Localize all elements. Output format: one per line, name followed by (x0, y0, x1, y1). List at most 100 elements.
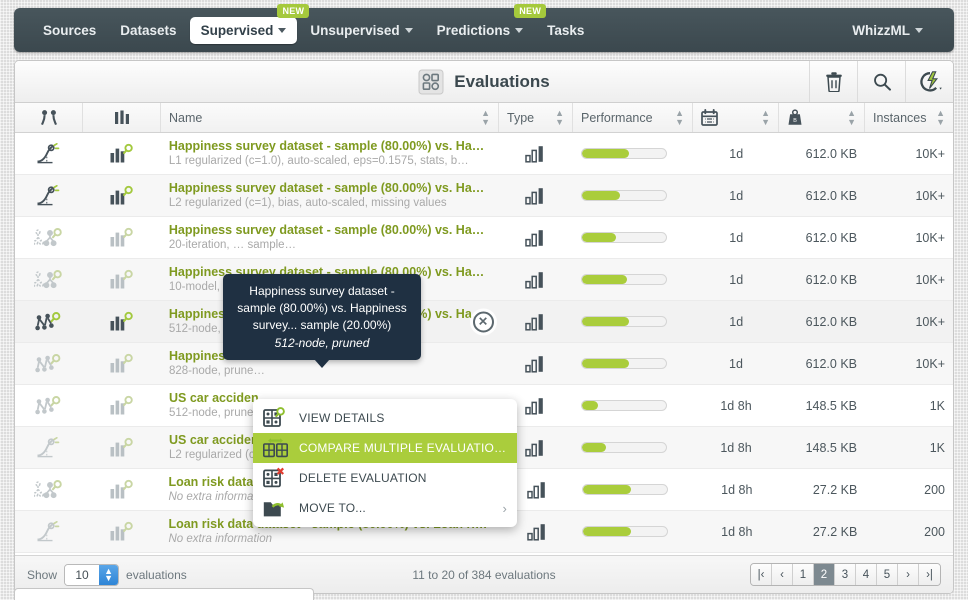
context-menu-item-view-details[interactable]: VIEW DETAILS (253, 403, 517, 433)
table-row[interactable]: Happiness survey dataset - sample (80.00… (15, 217, 953, 259)
nav-item-sources[interactable]: Sources (32, 17, 107, 44)
row-histogram-icon[interactable] (83, 469, 161, 510)
context-menu-item-label: MOVE TO... (299, 501, 366, 515)
row-date-cell: 1d (693, 301, 779, 342)
evaluation-name-link[interactable]: Happiness survey dataset - sample (80.00… (169, 139, 492, 155)
th-type: Type ▲ ▼ (499, 103, 573, 132)
row-size-cell: 148.5 KB (779, 385, 865, 426)
tooltip-line-1: Happiness survey dataset - (249, 284, 395, 298)
table-row[interactable]: Happiness surv… 828-node, prune… 1d 612.0 K… (15, 343, 953, 385)
decision-tree-icon[interactable] (15, 301, 83, 342)
nav-item-predictions[interactable]: Predictions NEW (426, 3, 547, 44)
row-performance-cell (573, 301, 693, 342)
row-age: 1d 8h (720, 440, 752, 455)
page-size-stepper[interactable]: 10 ▲ ▼ (64, 563, 120, 586)
ensemble-icon[interactable] (15, 217, 83, 258)
sort-type-button[interactable]: ▲ ▼ (555, 108, 564, 127)
logistic-regression-icon[interactable] (15, 511, 83, 552)
sort-instances-button[interactable]: ▲ ▼ (936, 108, 945, 127)
row-size-cell: 27.2 KB (780, 511, 866, 552)
row-instances: 10K+ (915, 356, 945, 371)
row-date-cell: 1d (693, 175, 779, 216)
sort-size-button[interactable]: ▲ ▼ (847, 108, 856, 127)
row-name-cell[interactable]: Happiness survey dataset - sample (80.00… (161, 133, 500, 174)
page-1-button[interactable]: 1 (793, 564, 814, 585)
page-4-button[interactable]: 4 (856, 564, 877, 585)
row-size: 148.5 KB (805, 398, 857, 413)
row-date-cell: 1d 8h (693, 385, 779, 426)
row-size-cell: 27.2 KB (780, 469, 866, 510)
row-histogram-icon[interactable] (83, 343, 161, 384)
evaluation-subtitle: L1 regularized (c=1.0), auto-scaled, eps… (168, 155, 469, 168)
background-window-strip (14, 588, 314, 600)
logistic-regression-icon[interactable] (15, 427, 83, 468)
page-2-button[interactable]: 2 (814, 564, 835, 585)
context-menu-item-compare-multiple-evaluatio[interactable]: COMPARE MULTIPLE EVALUATIO… (253, 433, 517, 463)
row-name-cell[interactable]: Happiness survey dataset - sample (80.00… (161, 217, 500, 258)
evaluation-subtitle: L2 regularized (c… (169, 449, 267, 462)
row-instances: 1K (929, 440, 945, 455)
nav-item-datasets[interactable]: Datasets (109, 17, 187, 44)
context-menu-item-delete-evaluation[interactable]: DELETE EVALUATION (253, 463, 517, 493)
row-histogram-icon[interactable] (83, 217, 161, 258)
evaluation-subtitle: 512-node, prune… (169, 407, 265, 420)
context-menu-item-move-to[interactable]: MOVE TO... › (253, 493, 517, 523)
tooltip-subtitle: 512-node, pruned (274, 336, 370, 351)
compare-evaluations-icon (263, 437, 289, 459)
row-histogram-icon[interactable] (83, 301, 161, 342)
row-histogram-icon[interactable] (83, 427, 161, 468)
row-instances: 200 (924, 482, 945, 497)
row-histogram-icon[interactable] (83, 133, 161, 174)
delete-icon[interactable] (809, 61, 857, 102)
table-row[interactable]: Happiness survey dataset - sample (80.00… (15, 175, 953, 217)
close-icon[interactable]: ✕ (472, 311, 494, 332)
search-icon[interactable] (857, 61, 905, 102)
row-age: 1d (729, 272, 744, 287)
pagination: |‹ ‹ 1 2 3 4 5 › ›| (750, 563, 941, 586)
table-row[interactable]: Happiness survey dataset - sample (80.00… (15, 259, 953, 301)
prev-page-button[interactable]: ‹ (772, 564, 793, 585)
th-type-label: Type (507, 110, 535, 125)
nav-item-tasks[interactable]: Tasks (536, 17, 595, 44)
row-instances-cell: 10K+ (865, 175, 953, 216)
decision-tree-icon[interactable] (15, 385, 83, 426)
nav-items: Sources Datasets Supervised NEW Unsupervised… (32, 3, 597, 44)
nav-item-supervised[interactable]: Supervised NEW (189, 3, 310, 44)
whizzml-bolt-icon[interactable] (905, 61, 953, 102)
logistic-regression-icon[interactable] (15, 175, 83, 216)
table-row[interactable]: Happiness survey dataset - sample (80.00… (15, 133, 953, 175)
sort-date-button[interactable]: ▲ ▼ (761, 108, 770, 127)
sort-name-button[interactable]: ▲ ▼ (481, 108, 490, 127)
last-page-button[interactable]: ›| (919, 564, 940, 585)
page-3-button[interactable]: 3 (835, 564, 856, 585)
decision-tree-icon[interactable] (15, 343, 83, 384)
row-name-cell[interactable]: Happiness survey dataset - sample (80.00… (161, 175, 500, 216)
nav-item-label: Predictions (436, 22, 511, 38)
evaluation-name-link[interactable]: Happiness survey dataset - sample (80.00… (169, 181, 492, 197)
ensemble-icon[interactable] (15, 259, 83, 300)
row-histogram-icon[interactable] (83, 175, 161, 216)
row-histogram-icon[interactable] (83, 259, 161, 300)
performance-bar (581, 358, 667, 369)
ensemble-icon[interactable] (15, 469, 83, 510)
th-size: B ▲ ▼ (779, 103, 865, 132)
next-page-button[interactable]: › (898, 564, 919, 585)
row-histogram-icon[interactable] (83, 511, 161, 552)
row-date-cell: 1d 8h (694, 469, 780, 510)
page-5-button[interactable]: 5 (877, 564, 898, 585)
row-type-cell (500, 301, 574, 342)
row-histogram-icon[interactable] (83, 385, 161, 426)
tooltip-line-3: survey... sample (20.00%) (252, 318, 392, 333)
svg-text:B: B (793, 118, 797, 124)
nav-item-whizzml[interactable]: WhizzML (841, 17, 934, 44)
logistic-regression-icon[interactable] (15, 133, 83, 174)
table-row[interactable]: Happiness survey dataset - sample (80.00… (15, 301, 953, 343)
page-size-arrows-icon[interactable]: ▲ ▼ (99, 564, 119, 585)
th-name-label: Name (169, 110, 203, 125)
first-page-button[interactable]: |‹ (751, 564, 772, 585)
sort-performance-button[interactable]: ▲ ▼ (675, 108, 684, 127)
view-details-icon (263, 407, 289, 429)
evaluation-name-link[interactable]: Happiness survey dataset - sample (80.00… (169, 223, 492, 239)
nav-item-unsupervised[interactable]: Unsupervised (299, 17, 423, 44)
top-navigation-wrapper: Sources Datasets Supervised NEW Unsupervised… (0, 0, 968, 52)
